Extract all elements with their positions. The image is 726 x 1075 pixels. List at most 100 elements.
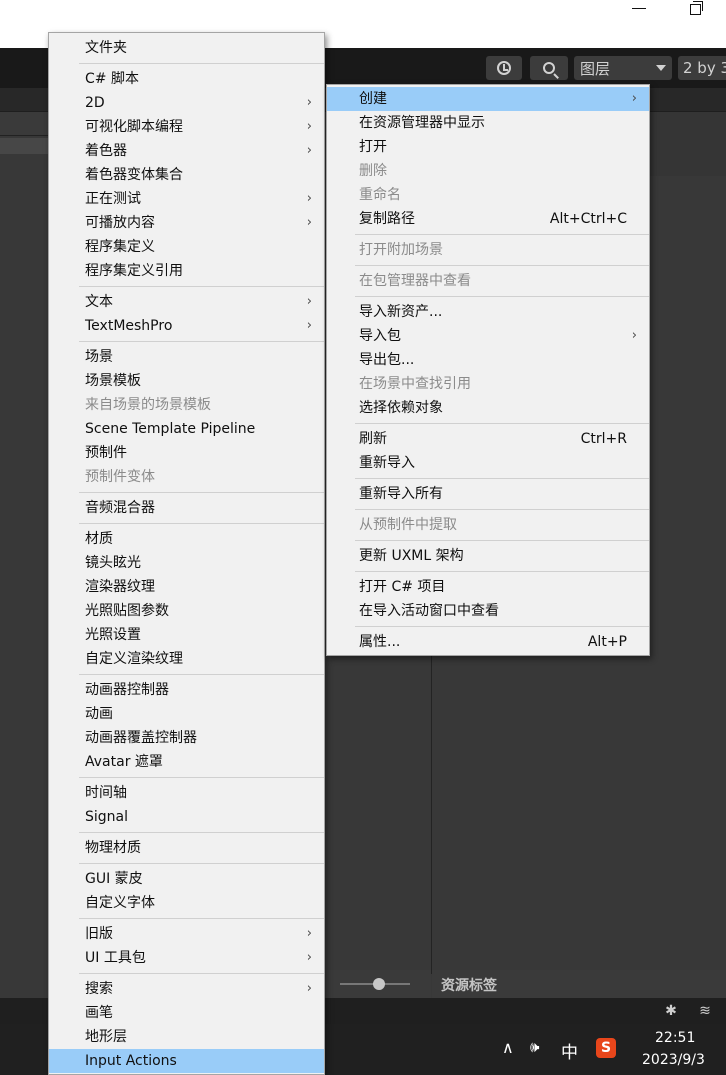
- menu-item-label: UI 工具包: [85, 950, 146, 966]
- create-item-item-31[interactable]: 物理材质: [49, 836, 324, 860]
- create-item-item-13[interactable]: 场景模板: [49, 369, 324, 393]
- chevron-right-icon: ›: [306, 318, 312, 333]
- chevron-right-icon: ›: [306, 143, 312, 158]
- search-button[interactable]: [530, 56, 568, 80]
- menu-item-label: 导入包: [359, 328, 401, 344]
- menu-separator: [49, 338, 324, 345]
- volume-icon[interactable]: 🕪: [530, 1038, 539, 1056]
- debug-icon[interactable]: ✱: [662, 1002, 680, 1020]
- create-item-item-26[interactable]: 动画: [49, 702, 324, 726]
- create-item-item-21[interactable]: 渲染器纹理: [49, 575, 324, 599]
- create-item-item-25[interactable]: 动画器控制器: [49, 678, 324, 702]
- create-item-item-6[interactable]: 正在测试 ›: [49, 187, 324, 211]
- create-item-item-4[interactable]: 着色器 ›: [49, 139, 324, 163]
- create-item-item-20[interactable]: 镜头眩光: [49, 551, 324, 575]
- create-item-item-16[interactable]: 预制件: [49, 441, 324, 465]
- context-item-item-19[interactable]: 在导入活动窗口中查看: [327, 599, 649, 623]
- clock-time[interactable]: 22:51: [655, 1030, 695, 1046]
- menu-item-label: GUI 蒙皮: [85, 871, 143, 887]
- context-item-item-5[interactable]: 复制路径 Alt+Ctrl+C: [327, 207, 649, 231]
- asset-labels-title: 资源标签: [441, 978, 497, 994]
- menu-item-label: 重新导入: [359, 455, 415, 471]
- layers-dropdown[interactable]: 图层: [574, 56, 672, 80]
- context-item-item-6: 打开附加场景: [327, 238, 649, 262]
- create-item-gui[interactable]: GUI 蒙皮: [49, 867, 324, 891]
- create-item-item-10[interactable]: 文本 ›: [49, 290, 324, 314]
- context-item-c[interactable]: 打开 C# 项目: [327, 575, 649, 599]
- context-item-item-1[interactable]: 在资源管理器中显示: [327, 111, 649, 135]
- zoom-slider-handle[interactable]: [373, 978, 385, 990]
- menu-item-label: 重命名: [359, 187, 401, 203]
- clock-date[interactable]: 2023/9/3: [642, 1052, 705, 1068]
- create-item-item-23[interactable]: 光照设置: [49, 623, 324, 647]
- menu-separator: [327, 568, 649, 575]
- database-icon[interactable]: ≋: [696, 1002, 714, 1020]
- context-item-item-12[interactable]: 选择依赖对象: [327, 396, 649, 420]
- context-item-uxml[interactable]: 更新 UXML 架构: [327, 544, 649, 568]
- create-item-scene-template-pipeline[interactable]: Scene Template Pipeline: [49, 417, 324, 441]
- create-item-item-29[interactable]: 时间轴: [49, 781, 324, 805]
- layout-dropdown[interactable]: 2 by 3: [678, 56, 726, 80]
- create-item-ui[interactable]: UI 工具包 ›: [49, 946, 324, 970]
- context-item-item-0[interactable]: 创建 ›: [327, 87, 649, 111]
- create-item-item-0[interactable]: 文件夹: [49, 36, 324, 60]
- create-item-item-27[interactable]: 动画器覆盖控制器: [49, 726, 324, 750]
- menu-item-label: 导出包...: [359, 352, 415, 368]
- create-item-item-36[interactable]: 搜索 ›: [49, 977, 324, 1001]
- menu-item-label: 地形层: [85, 1029, 127, 1045]
- create-item-input-actions[interactable]: Input Actions: [49, 1049, 324, 1073]
- menu-separator: [327, 623, 649, 630]
- menu-item-label: 自定义字体: [85, 895, 155, 911]
- create-item-avatar[interactable]: Avatar 遮罩: [49, 750, 324, 774]
- menu-item-label: 着色器变体集合: [85, 167, 183, 183]
- menu-item-label: 在资源管理器中显示: [359, 115, 485, 131]
- minimize-icon[interactable]: [632, 8, 646, 9]
- create-item-item-19[interactable]: 材质: [49, 527, 324, 551]
- create-item-signal[interactable]: Signal: [49, 805, 324, 829]
- context-item-item-10[interactable]: 导出包...: [327, 348, 649, 372]
- search-icon: [543, 62, 555, 74]
- menu-item-label: 材质: [85, 531, 113, 547]
- left-panel-selected-row[interactable]: [0, 138, 48, 154]
- create-item-item-9[interactable]: 程序集定义引用: [49, 259, 324, 283]
- create-item-item-37[interactable]: 画笔: [49, 1001, 324, 1025]
- create-item-item-22[interactable]: 光照贴图参数: [49, 599, 324, 623]
- create-item-item-12[interactable]: 场景: [49, 345, 324, 369]
- create-item-item-24[interactable]: 自定义渲染纹理: [49, 647, 324, 671]
- menu-item-label: 程序集定义引用: [85, 263, 183, 279]
- menu-item-label: C# 脚本: [85, 71, 139, 87]
- create-item-item-18[interactable]: 音频混合器: [49, 496, 324, 520]
- menu-separator: [49, 489, 324, 496]
- menu-separator: [327, 537, 649, 544]
- sogou-ime-icon[interactable]: S: [596, 1038, 616, 1058]
- context-item-item-8[interactable]: 导入新资产...: [327, 300, 649, 324]
- create-item-item-34[interactable]: 旧版 ›: [49, 922, 324, 946]
- create-item-item-38[interactable]: 地形层: [49, 1025, 324, 1049]
- create-item-2d[interactable]: 2D ›: [49, 91, 324, 115]
- create-item-textmeshpro[interactable]: TextMeshPro ›: [49, 314, 324, 338]
- menu-item-label: 在场景中查找引用: [359, 376, 471, 392]
- menu-item-label: 2D: [85, 95, 105, 111]
- create-item-item-33[interactable]: 自定义字体: [49, 891, 324, 915]
- create-item-item-3[interactable]: 可视化脚本编程 ›: [49, 115, 324, 139]
- menu-item-label: 更新 UXML 架构: [359, 548, 464, 564]
- create-item-item-7[interactable]: 可播放内容 ›: [49, 211, 324, 235]
- ime-indicator[interactable]: 中: [561, 1038, 578, 1063]
- context-item-item-13[interactable]: 刷新 Ctrl+R: [327, 427, 649, 451]
- create-item-c[interactable]: C# 脚本: [49, 67, 324, 91]
- context-item-item-15[interactable]: 重新导入所有: [327, 482, 649, 506]
- context-item-item-16: 从预制件中提取: [327, 513, 649, 537]
- context-item-item-9[interactable]: 导入包 ›: [327, 324, 649, 348]
- create-item-item-5[interactable]: 着色器变体集合: [49, 163, 324, 187]
- tray-overflow-icon[interactable]: ∧: [502, 1038, 514, 1057]
- menu-item-label: 打开附加场景: [359, 242, 443, 258]
- create-item-item-8[interactable]: 程序集定义: [49, 235, 324, 259]
- panel-divider[interactable]: [431, 656, 432, 974]
- context-item-item-20[interactable]: 属性... Alt+P: [327, 630, 649, 654]
- context-item-item-14[interactable]: 重新导入: [327, 451, 649, 475]
- chevron-right-icon: ›: [306, 191, 312, 206]
- history-button[interactable]: [486, 56, 522, 80]
- context-item-item-2[interactable]: 打开: [327, 135, 649, 159]
- restore-icon[interactable]: [690, 1, 703, 15]
- context-item-item-11: 在场景中查找引用: [327, 372, 649, 396]
